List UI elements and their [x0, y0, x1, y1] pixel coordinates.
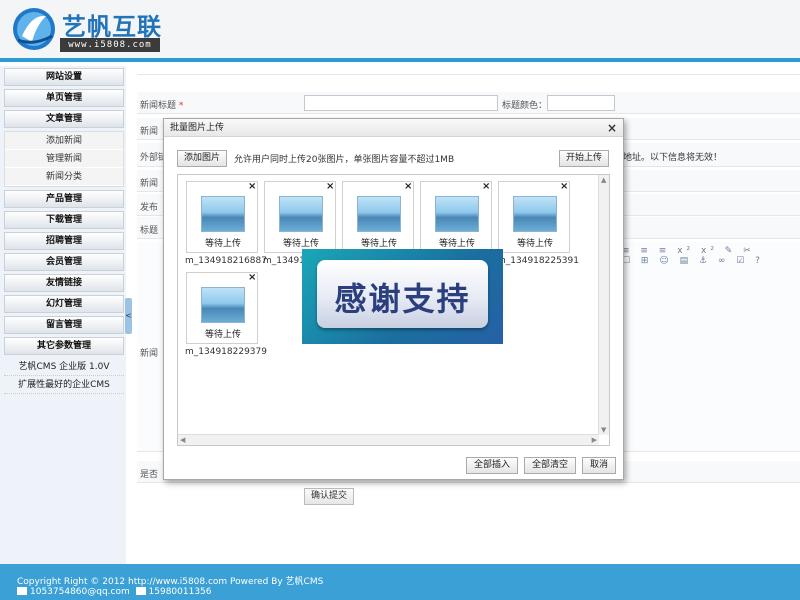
footer-phone: 15980011356	[148, 587, 212, 597]
row5-label: 发布	[140, 203, 159, 213]
thumb-frame: 等待上传 ×	[342, 181, 414, 253]
upload-item[interactable]: 等待上传 × m_134918229379	[178, 272, 267, 366]
logo-text: 艺帆互联	[62, 13, 162, 41]
thumb-frame: 等待上传 ×	[186, 272, 258, 344]
submit-button[interactable]: 确认提交	[304, 488, 354, 505]
menu-recruit-management[interactable]: 招聘管理	[4, 232, 124, 250]
item-filename: m_134918229379	[185, 347, 267, 357]
form-row-title: 新闻标题 * 标题颜色：	[137, 92, 800, 114]
header: 艺帆互联 www.i5808.com	[0, 0, 800, 62]
color-label: 标题颜色：	[502, 101, 548, 111]
item-status: 等待上传	[282, 239, 319, 249]
submenu-manage-news[interactable]: 管理新闻	[5, 150, 123, 168]
menu-message-management[interactable]: 留言管理	[4, 316, 124, 334]
editor-toolbar-icons[interactable]: ≡ ≡ ≡ x² x² ✎ ✂ ☐ ⊞ ☺ ▤ ⚓ ∞ ☑ ?	[622, 246, 772, 266]
menu-slide-management[interactable]: 幻灯管理	[4, 295, 124, 313]
row4-label: 新闻	[140, 179, 159, 189]
item-status: 等待上传	[516, 239, 553, 249]
dialog-close-icon[interactable]: ×	[607, 121, 617, 135]
image-icon	[513, 196, 557, 232]
menu-page-management[interactable]: 单页管理	[4, 89, 124, 107]
remove-icon[interactable]: ×	[560, 182, 568, 192]
submenu-news-category[interactable]: 新闻分类	[5, 168, 123, 186]
row2-label: 新闻	[140, 127, 159, 137]
external-link-note: 地址。以下信息将无效！	[623, 153, 723, 163]
row6-label: 标题	[140, 226, 159, 236]
vertical-scrollbar[interactable]: ▲ ▼	[598, 175, 609, 435]
form-top-divider	[137, 74, 800, 75]
logo-icon	[13, 8, 55, 50]
dialog-title: 批量图片上传	[164, 119, 623, 137]
sidebar-menu: 网站设置 单页管理 文章管理 添加新闻 管理新闻 新闻分类 产品管理 下载管理 …	[4, 68, 124, 394]
title-color-input[interactable]	[547, 95, 615, 111]
thumb-frame: 等待上传 ×	[186, 181, 258, 253]
phone-icon	[135, 587, 146, 595]
image-icon	[279, 196, 323, 232]
mail-icon	[17, 587, 27, 595]
image-icon	[201, 287, 245, 323]
add-image-button[interactable]: 添加图片	[177, 150, 227, 167]
banner-text: 感谢支持	[334, 280, 471, 318]
thumb-frame: 等待上传 ×	[498, 181, 570, 253]
clear-all-button[interactable]: 全部清空	[524, 457, 576, 474]
submenu-add-news[interactable]: 添加新闻	[5, 132, 123, 150]
title-input[interactable]	[304, 95, 498, 111]
cancel-button[interactable]: 取消	[582, 457, 616, 474]
item-filename: m_134918216887	[185, 256, 267, 266]
footer-copyright: Copyright Right © 2012 http://www.i5808.…	[17, 577, 324, 587]
item-status: 等待上传	[438, 239, 475, 249]
upload-item[interactable]: 等待上传 × m_134918216887	[178, 181, 267, 275]
thumb-frame: 等待上传 ×	[420, 181, 492, 253]
logo-url: www.i5808.com	[60, 38, 160, 52]
menu-other-params[interactable]: 其它参数管理	[4, 337, 124, 355]
sidebar: 网站设置 单页管理 文章管理 添加新闻 管理新闻 新闻分类 产品管理 下载管理 …	[0, 66, 126, 564]
horizontal-scrollbar[interactable]: ◀ ▶	[178, 434, 599, 445]
banner-plate: 感谢支持	[317, 260, 488, 328]
insert-all-button[interactable]: 全部插入	[466, 457, 518, 474]
article-submenu: 添加新闻 管理新闻 新闻分类	[4, 131, 124, 187]
version-info: 艺帆CMS 企业版 1.0V	[4, 358, 124, 376]
scroll-down-icon[interactable]: ▼	[601, 426, 606, 434]
menu-friend-links[interactable]: 友情链接	[4, 274, 124, 292]
image-icon	[201, 196, 245, 232]
image-icon	[357, 196, 401, 232]
scroll-left-icon[interactable]: ◀	[180, 436, 185, 444]
footer: Copyright Right © 2012 http://www.i5808.…	[0, 564, 800, 600]
item-status: 等待上传	[360, 239, 397, 249]
menu-member-management[interactable]: 会员管理	[4, 253, 124, 271]
image-icon	[435, 196, 479, 232]
item-status: 等待上传	[204, 239, 241, 249]
sidebar-collapse-toggle[interactable]: <	[125, 298, 132, 334]
row7-label: 新闻	[140, 349, 159, 359]
title-label: 新闻标题 *	[140, 101, 184, 111]
item-filename: m_134918225391	[497, 256, 579, 266]
menu-download-management[interactable]: 下载管理	[4, 211, 124, 229]
menu-product-management[interactable]: 产品管理	[4, 190, 124, 208]
menu-article-management[interactable]: 文章管理	[4, 110, 124, 128]
slogan-info: 扩展性最好的企业CMS	[4, 376, 124, 394]
thanks-banner: 感谢支持	[302, 249, 503, 344]
footer-email: 1053754860@qq.com	[30, 587, 130, 597]
scroll-up-icon[interactable]: ▲	[601, 176, 606, 184]
scroll-right-icon[interactable]: ▶	[592, 436, 597, 444]
menu-site-settings[interactable]: 网站设置	[4, 68, 124, 86]
upload-hint: 允许用户同时上传20张图片，单张图片容量不超过1MB	[234, 155, 455, 165]
thumb-frame: 等待上传 ×	[264, 181, 336, 253]
row8-label: 是否	[140, 470, 159, 480]
footer-contact: 1053754860@qq.com 15980011356	[17, 587, 212, 597]
start-upload-button[interactable]: 开始上传	[559, 150, 609, 167]
item-status: 等待上传	[204, 330, 241, 340]
remove-icon[interactable]: ×	[248, 273, 256, 283]
